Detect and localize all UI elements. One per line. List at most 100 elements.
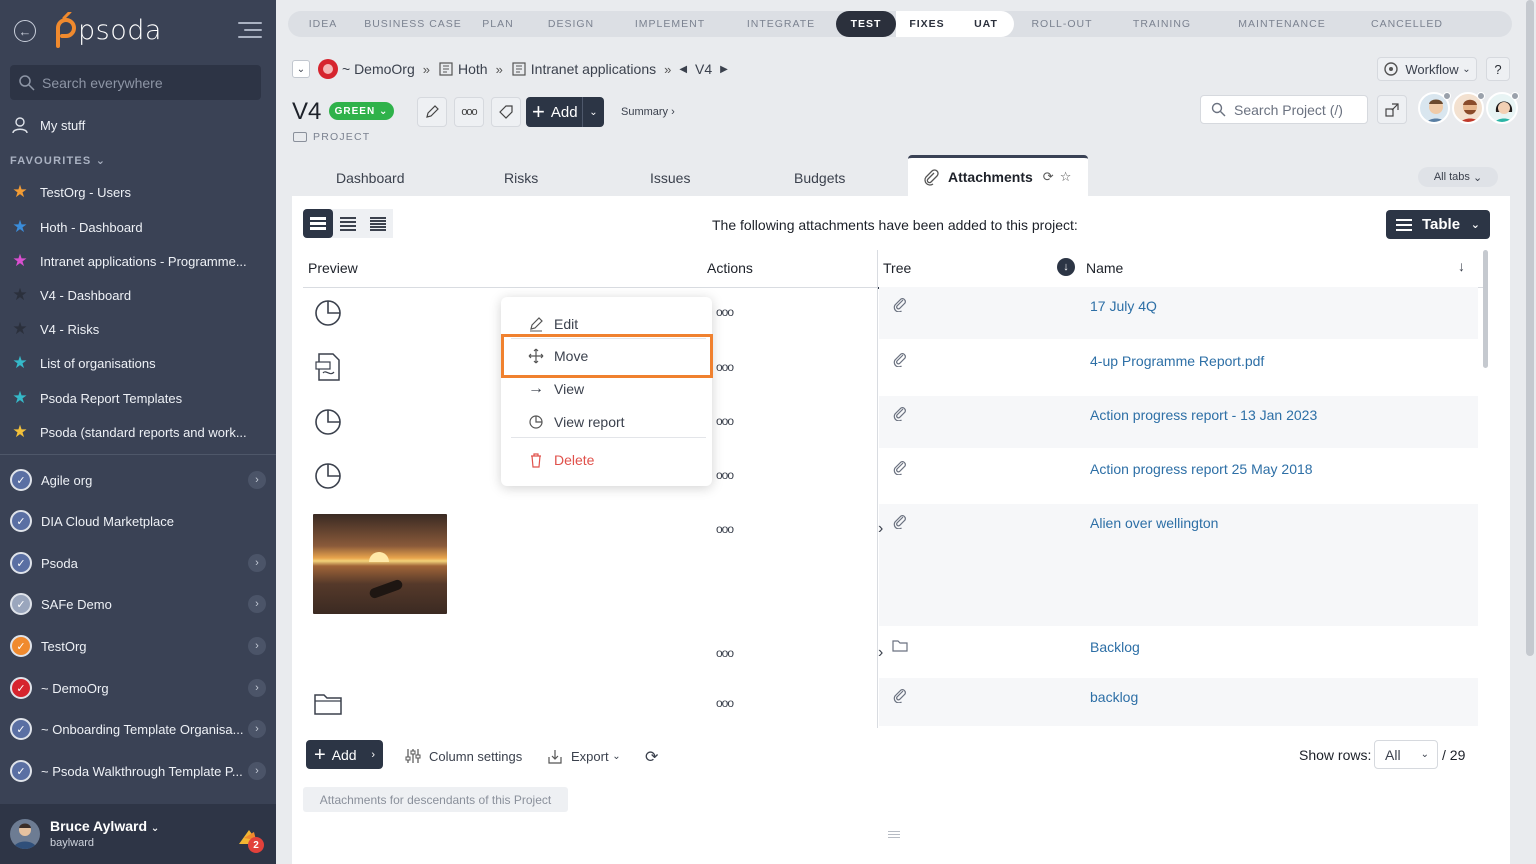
tab-dashboard[interactable]: Dashboard xyxy=(336,170,405,186)
attachment-name-link[interactable]: Action progress report - 13 Jan 2023 xyxy=(1090,407,1317,423)
sidebar-org-item[interactable]: ✓ DIA Cloud Marketplace xyxy=(10,506,266,536)
breadcrumb-programme[interactable]: Hoth xyxy=(458,61,488,77)
logo[interactable]: psoda xyxy=(50,12,162,48)
descendant-attachments-button[interactable]: Attachments for descendants of this Proj… xyxy=(303,787,568,812)
add-button[interactable]: + Add ⌄ xyxy=(526,97,604,127)
all-tabs-button[interactable]: All tabs ⌄ xyxy=(1418,167,1498,187)
chevron-right-icon[interactable]: › xyxy=(248,679,266,697)
chevron-right-icon[interactable]: › xyxy=(248,554,266,572)
next-project-icon[interactable]: ▶ xyxy=(720,64,728,75)
column-settings-button[interactable]: Column settings xyxy=(404,747,522,765)
tab-risks[interactable]: Risks xyxy=(504,170,538,186)
chevron-right-icon[interactable]: › xyxy=(248,762,266,780)
phase-plan[interactable]: PLAN xyxy=(468,11,528,37)
summary-link[interactable]: Summary › xyxy=(621,106,675,118)
menu-item-view-report[interactable]: View report xyxy=(527,413,625,431)
dense-view-button[interactable] xyxy=(363,209,393,238)
show-rows-select[interactable]: All ⌄ xyxy=(1374,740,1438,769)
help-button[interactable]: ? xyxy=(1486,57,1510,81)
tab-issues[interactable]: Issues xyxy=(650,170,690,186)
collapse-menu-icon[interactable] xyxy=(238,22,262,40)
star-icon[interactable]: ☆ xyxy=(1060,169,1072,185)
edit-button[interactable] xyxy=(417,97,447,127)
attachment-name-link[interactable]: 17 July 4Q xyxy=(1090,298,1157,314)
menu-item-delete[interactable]: Delete xyxy=(527,451,594,469)
share-button[interactable] xyxy=(1377,95,1407,124)
more-options-button[interactable]: ooo xyxy=(454,97,484,127)
sidebar-org-item[interactable]: ✓ Agile org › xyxy=(10,465,266,495)
my-stuff-link[interactable]: My stuff xyxy=(10,115,266,135)
sidebar-org-item[interactable]: ✓ Psoda › xyxy=(10,548,266,578)
attachment-name-link[interactable]: Alien over wellington xyxy=(1090,515,1218,531)
global-search-input[interactable]: Search everywhere xyxy=(10,65,261,100)
attachment-thumbnail-image[interactable] xyxy=(313,514,447,614)
attachment-name-link[interactable]: backlog xyxy=(1090,689,1138,705)
phase-design[interactable]: DESIGN xyxy=(528,11,614,37)
menu-item-view[interactable]: → View xyxy=(527,380,584,398)
tab-attachments[interactable]: Attachments ⟳ ☆ xyxy=(908,155,1088,196)
phase-fixes[interactable]: FIXES xyxy=(896,11,958,37)
report-icon[interactable] xyxy=(312,405,344,437)
table-scrollbar[interactable] xyxy=(1483,250,1488,368)
tag-button[interactable] xyxy=(491,97,521,127)
refresh-icon[interactable]: ⟳ xyxy=(1043,169,1054,185)
breadcrumb-org[interactable]: ~ DemoOrg xyxy=(342,61,415,77)
sidebar-org-item[interactable]: ✓ SAFe Demo › xyxy=(10,589,266,619)
column-header-tree[interactable]: Tree xyxy=(883,260,911,276)
export-button[interactable]: Export ⌄ xyxy=(546,747,621,765)
chevron-right-icon[interactable]: › xyxy=(248,471,266,489)
page-scrollbar[interactable] xyxy=(1526,0,1534,656)
phase-test[interactable]: TEST xyxy=(836,11,896,37)
column-header-preview[interactable]: Preview xyxy=(308,260,358,276)
sidebar-favourite-item[interactable]: ★ Intranet applications - Programme... xyxy=(10,251,266,271)
back-icon[interactable]: ← xyxy=(14,20,36,42)
table-row[interactable] xyxy=(879,678,1478,726)
chevron-right-icon[interactable]: › xyxy=(248,637,266,655)
chevron-right-icon[interactable]: › xyxy=(248,595,266,613)
column-header-name[interactable]: Name xyxy=(1086,260,1123,276)
phase-roll-out[interactable]: ROLL-OUT xyxy=(1014,11,1110,37)
attachment-name-link[interactable]: 4-up Programme Report.pdf xyxy=(1090,353,1264,369)
row-actions-icon[interactable]: ooo xyxy=(716,305,734,319)
previous-project-icon[interactable]: ◀ xyxy=(679,64,687,75)
project-search-input[interactable]: Search Project (/) xyxy=(1200,95,1368,124)
row-actions-icon[interactable]: ooo xyxy=(716,696,734,710)
folder-icon[interactable] xyxy=(312,687,344,719)
view-mode-button[interactable]: Table ⌄ xyxy=(1386,210,1490,239)
sidebar-org-item[interactable]: ✓ ~ Onboarding Template Organisa... › xyxy=(10,714,266,744)
row-actions-icon[interactable]: ooo xyxy=(716,360,734,374)
row-actions-icon[interactable]: ooo xyxy=(716,414,734,428)
favourites-header[interactable]: FAVOURITES ⌄ xyxy=(10,154,106,167)
phase-implement[interactable]: IMPLEMENT xyxy=(614,11,726,37)
phase-idea[interactable]: IDEA xyxy=(288,11,358,37)
compact-view-button[interactable] xyxy=(333,209,363,238)
sidebar-favourite-item[interactable]: ★ TestOrg - Users xyxy=(10,182,266,202)
tree-sort-icon[interactable]: ↓ xyxy=(1057,258,1075,276)
phase-cancelled[interactable]: CANCELLED xyxy=(1350,11,1464,37)
phase-business-case[interactable]: BUSINESS CASE xyxy=(358,11,468,37)
phase-maintenance[interactable]: MAINTENANCE xyxy=(1214,11,1350,37)
avatar[interactable] xyxy=(10,819,40,849)
sidebar-favourite-item[interactable]: ★ Hoth - Dashboard xyxy=(10,217,266,237)
row-actions-icon[interactable]: ooo xyxy=(716,646,734,660)
sidebar-favourite-item[interactable]: ★ List of organisations xyxy=(10,353,266,373)
chevron-down-icon[interactable]: ⌄ xyxy=(582,97,604,127)
sidebar-org-item[interactable]: ✓ ~ Psoda Walkthrough Template P... › xyxy=(10,756,266,786)
user-name[interactable]: Bruce Aylward ⌄ xyxy=(50,818,159,834)
sidebar-favourite-item[interactable]: ★ Psoda Report Templates xyxy=(10,388,266,408)
table-row[interactable] xyxy=(879,287,1478,339)
attachment-name-link[interactable]: Backlog xyxy=(1090,639,1140,655)
phase-training[interactable]: TRAINING xyxy=(1110,11,1214,37)
sidebar-favourite-item[interactable]: ★ V4 - Risks xyxy=(10,319,266,339)
attachment-name-link[interactable]: Action progress report 25 May 2018 xyxy=(1090,461,1313,477)
sidebar-favourite-item[interactable]: ★ Psoda (standard reports and work... xyxy=(10,422,266,442)
sidebar-org-item[interactable]: ✓ TestOrg › xyxy=(10,631,266,661)
sort-arrow-icon[interactable]: ↓ xyxy=(1458,258,1465,274)
phase-integrate[interactable]: INTEGRATE xyxy=(726,11,836,37)
breadcrumb-project-group[interactable]: Intranet applications xyxy=(531,61,656,77)
expand-chevron-icon[interactable]: › xyxy=(878,644,883,662)
chevron-right-icon[interactable]: › xyxy=(248,720,266,738)
tab-budgets[interactable]: Budgets xyxy=(794,170,845,186)
footer-add-button[interactable]: + Add › xyxy=(306,740,383,769)
expand-chevron-icon[interactable]: › xyxy=(878,520,883,538)
